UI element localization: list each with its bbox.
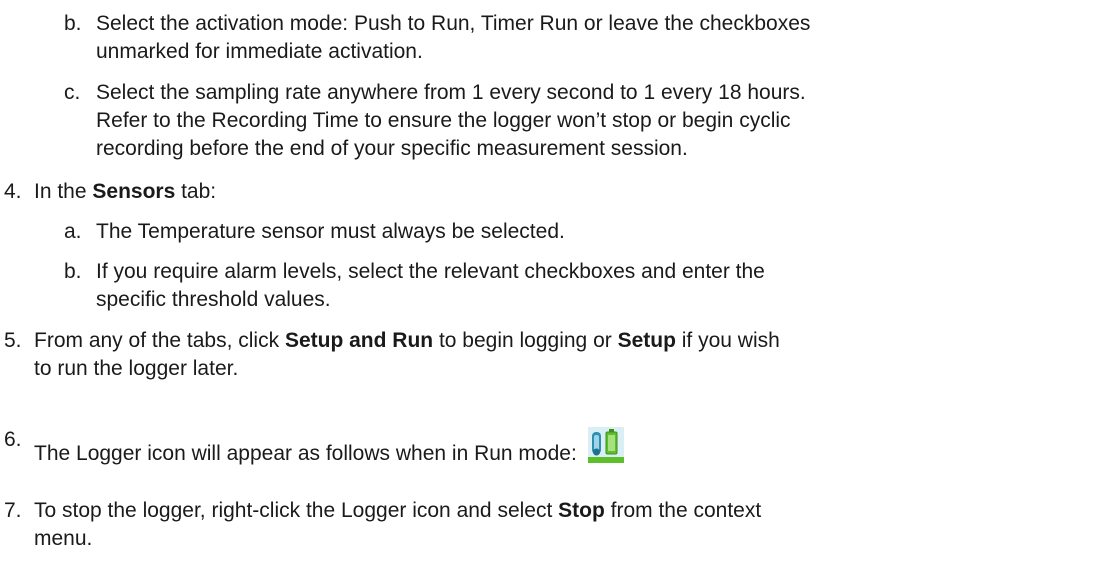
step-line: to run the logger later.	[34, 357, 239, 380]
step-text: The Logger icon will appear as follows w…	[34, 442, 577, 465]
setup-and-run-label: Setup and Run	[284, 329, 434, 352]
step-marker: a.	[64, 220, 82, 243]
instruction-page: b. Select the activation mode: Push to R…	[0, 0, 1107, 586]
step-line: recording before the end of your specifi…	[96, 137, 688, 160]
step-line: Refer to the Recording Time to ensure th…	[96, 109, 791, 132]
step-text: tab:	[175, 180, 217, 203]
setup-label: Setup	[617, 329, 676, 352]
step-marker: c.	[64, 81, 81, 104]
step-text: From any of the tabs, click	[34, 329, 285, 352]
step-line: specific threshold values.	[96, 288, 331, 311]
step-marker: 6.	[4, 428, 22, 451]
sensors-tab-label: Sensors	[92, 180, 176, 203]
step-text: In the	[34, 180, 93, 203]
step-line: Select the activation mode: Push to Run,…	[96, 12, 811, 35]
step-line: unmarked for immediate activation.	[96, 40, 423, 63]
stop-label: Stop	[558, 499, 605, 522]
step-text: to begin logging or	[433, 329, 618, 352]
step-line: The Temperature sensor must always be se…	[96, 220, 565, 243]
step-marker: b.	[64, 12, 82, 35]
step-line: If you require alarm levels, select the …	[96, 260, 765, 283]
step-marker: 5.	[4, 329, 22, 352]
step-marker: b.	[64, 260, 82, 283]
step-text: from the context	[604, 499, 762, 522]
step-text: if you wish	[675, 329, 780, 352]
step-text: To stop the logger, right-click the Logg…	[34, 499, 559, 522]
step-marker: 7.	[4, 499, 22, 522]
logger-run-icon	[587, 426, 625, 464]
step-line: Select the sampling rate anywhere from 1…	[96, 81, 806, 104]
step-marker: 4.	[4, 180, 22, 203]
step-line: menu.	[34, 527, 93, 550]
